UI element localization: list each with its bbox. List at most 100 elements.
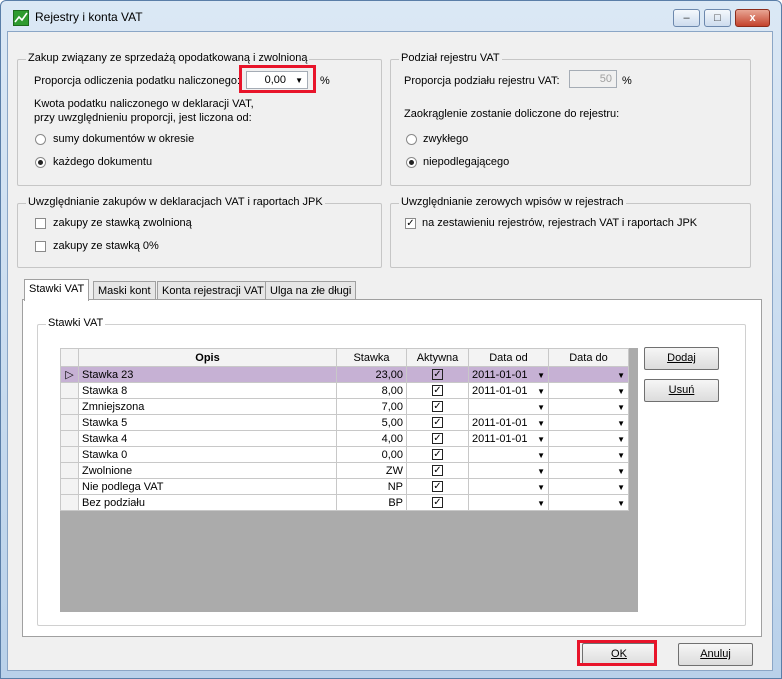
cell-data-od[interactable]: ▼ — [468, 446, 549, 463]
cell-data-od[interactable]: 2011-01-01 ▼ — [468, 366, 549, 383]
aktywna-checkbox[interactable]: ✓ — [432, 481, 443, 493]
chevron-down-icon[interactable]: ▼ — [537, 483, 545, 492]
cell-stawka[interactable]: 7,00 — [336, 398, 407, 415]
table-row[interactable]: Stawka 8 8,00 ✓ 2011-01-01 ▼ ▼ — [60, 382, 629, 399]
chevron-down-icon[interactable]: ▼ — [617, 387, 625, 396]
cell-aktywna[interactable]: ✓ — [406, 382, 469, 399]
cell-opis[interactable]: Nie podlega VAT — [78, 478, 337, 495]
cell-aktywna[interactable]: ✓ — [406, 398, 469, 415]
cell-data-do[interactable]: ▼ — [548, 382, 629, 399]
cell-opis[interactable]: Zwolnione — [78, 462, 337, 479]
cell-opis[interactable]: Bez podziału — [78, 494, 337, 511]
chevron-down-icon[interactable]: ▼ — [617, 483, 625, 492]
chevron-down-icon[interactable]: ▼ — [537, 387, 545, 396]
maximize-button[interactable]: □ — [704, 9, 731, 27]
aktywna-checkbox[interactable]: ✓ — [432, 465, 443, 477]
table-row[interactable]: Stawka 0 0,00 ✓ ▼ ▼ — [60, 446, 629, 463]
cell-aktywna[interactable]: ✓ — [406, 366, 469, 383]
stawki-grid[interactable]: Opis Stawka Aktywna Data od Data do ▷ Sta… — [60, 348, 638, 612]
aktywna-checkbox[interactable]: ✓ — [432, 433, 443, 445]
cell-data-od[interactable]: ▼ — [468, 478, 549, 495]
cell-data-od[interactable]: ▼ — [468, 494, 549, 511]
chevron-down-icon[interactable]: ▼ — [537, 499, 545, 508]
row-indicator[interactable] — [60, 382, 79, 399]
row-indicator[interactable] — [60, 446, 79, 463]
row-indicator[interactable] — [60, 398, 79, 415]
row-indicator[interactable] — [60, 478, 79, 495]
aktywna-checkbox[interactable]: ✓ — [432, 449, 443, 461]
check-zero[interactable] — [35, 241, 46, 252]
row-indicator[interactable] — [60, 462, 79, 479]
cell-aktywna[interactable]: ✓ — [406, 414, 469, 431]
tab-stawki-vat[interactable]: Stawki VAT — [24, 279, 90, 301]
cell-opis[interactable]: Stawka 4 — [78, 430, 337, 447]
header-aktywna[interactable]: Aktywna — [406, 348, 469, 367]
minimize-button[interactable]: – — [673, 9, 700, 27]
check-zwolniona-label[interactable]: zakupy ze stawką zwolnioną — [53, 217, 192, 229]
aktywna-checkbox[interactable]: ✓ — [432, 497, 443, 509]
cell-opis[interactable]: Stawka 0 — [78, 446, 337, 463]
cell-data-do[interactable]: ▼ — [548, 398, 629, 415]
table-row[interactable]: Zmniejszona 7,00 ✓ ▼ ▼ — [60, 398, 629, 415]
radio-niepodlegajacego[interactable] — [406, 157, 417, 168]
header-data-od[interactable]: Data od — [468, 348, 549, 367]
chevron-down-icon[interactable]: ▼ — [537, 419, 545, 428]
cell-aktywna[interactable]: ✓ — [406, 446, 469, 463]
cell-data-od[interactable]: ▼ — [468, 398, 549, 415]
cell-stawka[interactable]: 4,00 — [336, 430, 407, 447]
cell-data-do[interactable]: ▼ — [548, 462, 629, 479]
row-indicator[interactable] — [60, 430, 79, 447]
cell-stawka[interactable]: 23,00 — [336, 366, 407, 383]
cell-data-od[interactable]: ▼ — [468, 462, 549, 479]
cell-stawka[interactable]: ZW — [336, 462, 407, 479]
chevron-down-icon[interactable]: ▼ — [617, 435, 625, 444]
close-button[interactable]: x — [735, 9, 770, 27]
cell-opis[interactable]: Stawka 8 — [78, 382, 337, 399]
title-bar[interactable]: Rejestry i konta VAT – □ x — [1, 1, 781, 31]
cell-stawka[interactable]: 8,00 — [336, 382, 407, 399]
chevron-down-icon[interactable]: ▼ — [537, 451, 545, 460]
cell-stawka[interactable]: 5,00 — [336, 414, 407, 431]
cell-data-od[interactable]: 2011-01-01 ▼ — [468, 382, 549, 399]
aktywna-checkbox[interactable]: ✓ — [432, 417, 443, 429]
dodaj-button[interactable]: Dodaj — [644, 347, 719, 370]
cell-stawka[interactable]: BP — [336, 494, 407, 511]
radio-zwyklego[interactable] — [406, 134, 417, 145]
chevron-down-icon[interactable]: ▼ — [617, 451, 625, 460]
radio-sumy[interactable] — [35, 134, 46, 145]
cell-data-do[interactable]: ▼ — [548, 430, 629, 447]
table-row[interactable]: Stawka 4 4,00 ✓ 2011-01-01 ▼ ▼ — [60, 430, 629, 447]
aktywna-checkbox[interactable]: ✓ — [432, 401, 443, 413]
radio-sumy-label[interactable]: sumy dokumentów w okresie — [53, 133, 194, 145]
row-indicator[interactable] — [60, 414, 79, 431]
cell-aktywna[interactable]: ✓ — [406, 478, 469, 495]
table-row[interactable]: Stawka 5 5,00 ✓ 2011-01-01 ▼ ▼ — [60, 414, 629, 431]
chevron-down-icon[interactable]: ▼ — [617, 371, 625, 380]
cell-aktywna[interactable]: ✓ — [406, 462, 469, 479]
row-indicator[interactable] — [60, 494, 79, 511]
chevron-down-icon[interactable]: ▼ — [537, 371, 545, 380]
tab-konta-rejestracji[interactable]: Konta rejestracji VAT — [157, 281, 269, 301]
aktywna-checkbox[interactable]: ✓ — [432, 369, 443, 381]
radio-kazdego-label[interactable]: każdego dokumentu — [53, 156, 152, 168]
chevron-down-icon[interactable]: ▼ — [617, 403, 625, 412]
cell-data-do[interactable]: ▼ — [548, 478, 629, 495]
cell-stawka[interactable]: 0,00 — [336, 446, 407, 463]
anuluj-button[interactable]: Anuluj — [678, 643, 753, 666]
tab-maski-kont[interactable]: Maski kont — [93, 281, 156, 301]
check-zestawienie-label[interactable]: na zestawieniu rejestrów, rejestrach VAT… — [422, 217, 697, 229]
chevron-down-icon[interactable]: ▼ — [617, 499, 625, 508]
cell-data-do[interactable]: ▼ — [548, 366, 629, 383]
tab-ulga[interactable]: Ulga na złe długi — [265, 281, 357, 301]
cell-opis[interactable]: Zmniejszona — [78, 398, 337, 415]
table-row[interactable]: Nie podlega VAT NP ✓ ▼ ▼ — [60, 478, 629, 495]
chevron-down-icon[interactable]: ▼ — [537, 403, 545, 412]
header-opis[interactable]: Opis — [78, 348, 337, 367]
table-row[interactable]: Zwolnione ZW ✓ ▼ ▼ — [60, 462, 629, 479]
cell-data-do[interactable]: ▼ — [548, 446, 629, 463]
cell-aktywna[interactable]: ✓ — [406, 494, 469, 511]
cell-opis[interactable]: Stawka 5 — [78, 414, 337, 431]
usun-button[interactable]: Usuń — [644, 379, 719, 402]
header-stawka[interactable]: Stawka — [336, 348, 407, 367]
chevron-down-icon[interactable]: ▼ — [617, 467, 625, 476]
